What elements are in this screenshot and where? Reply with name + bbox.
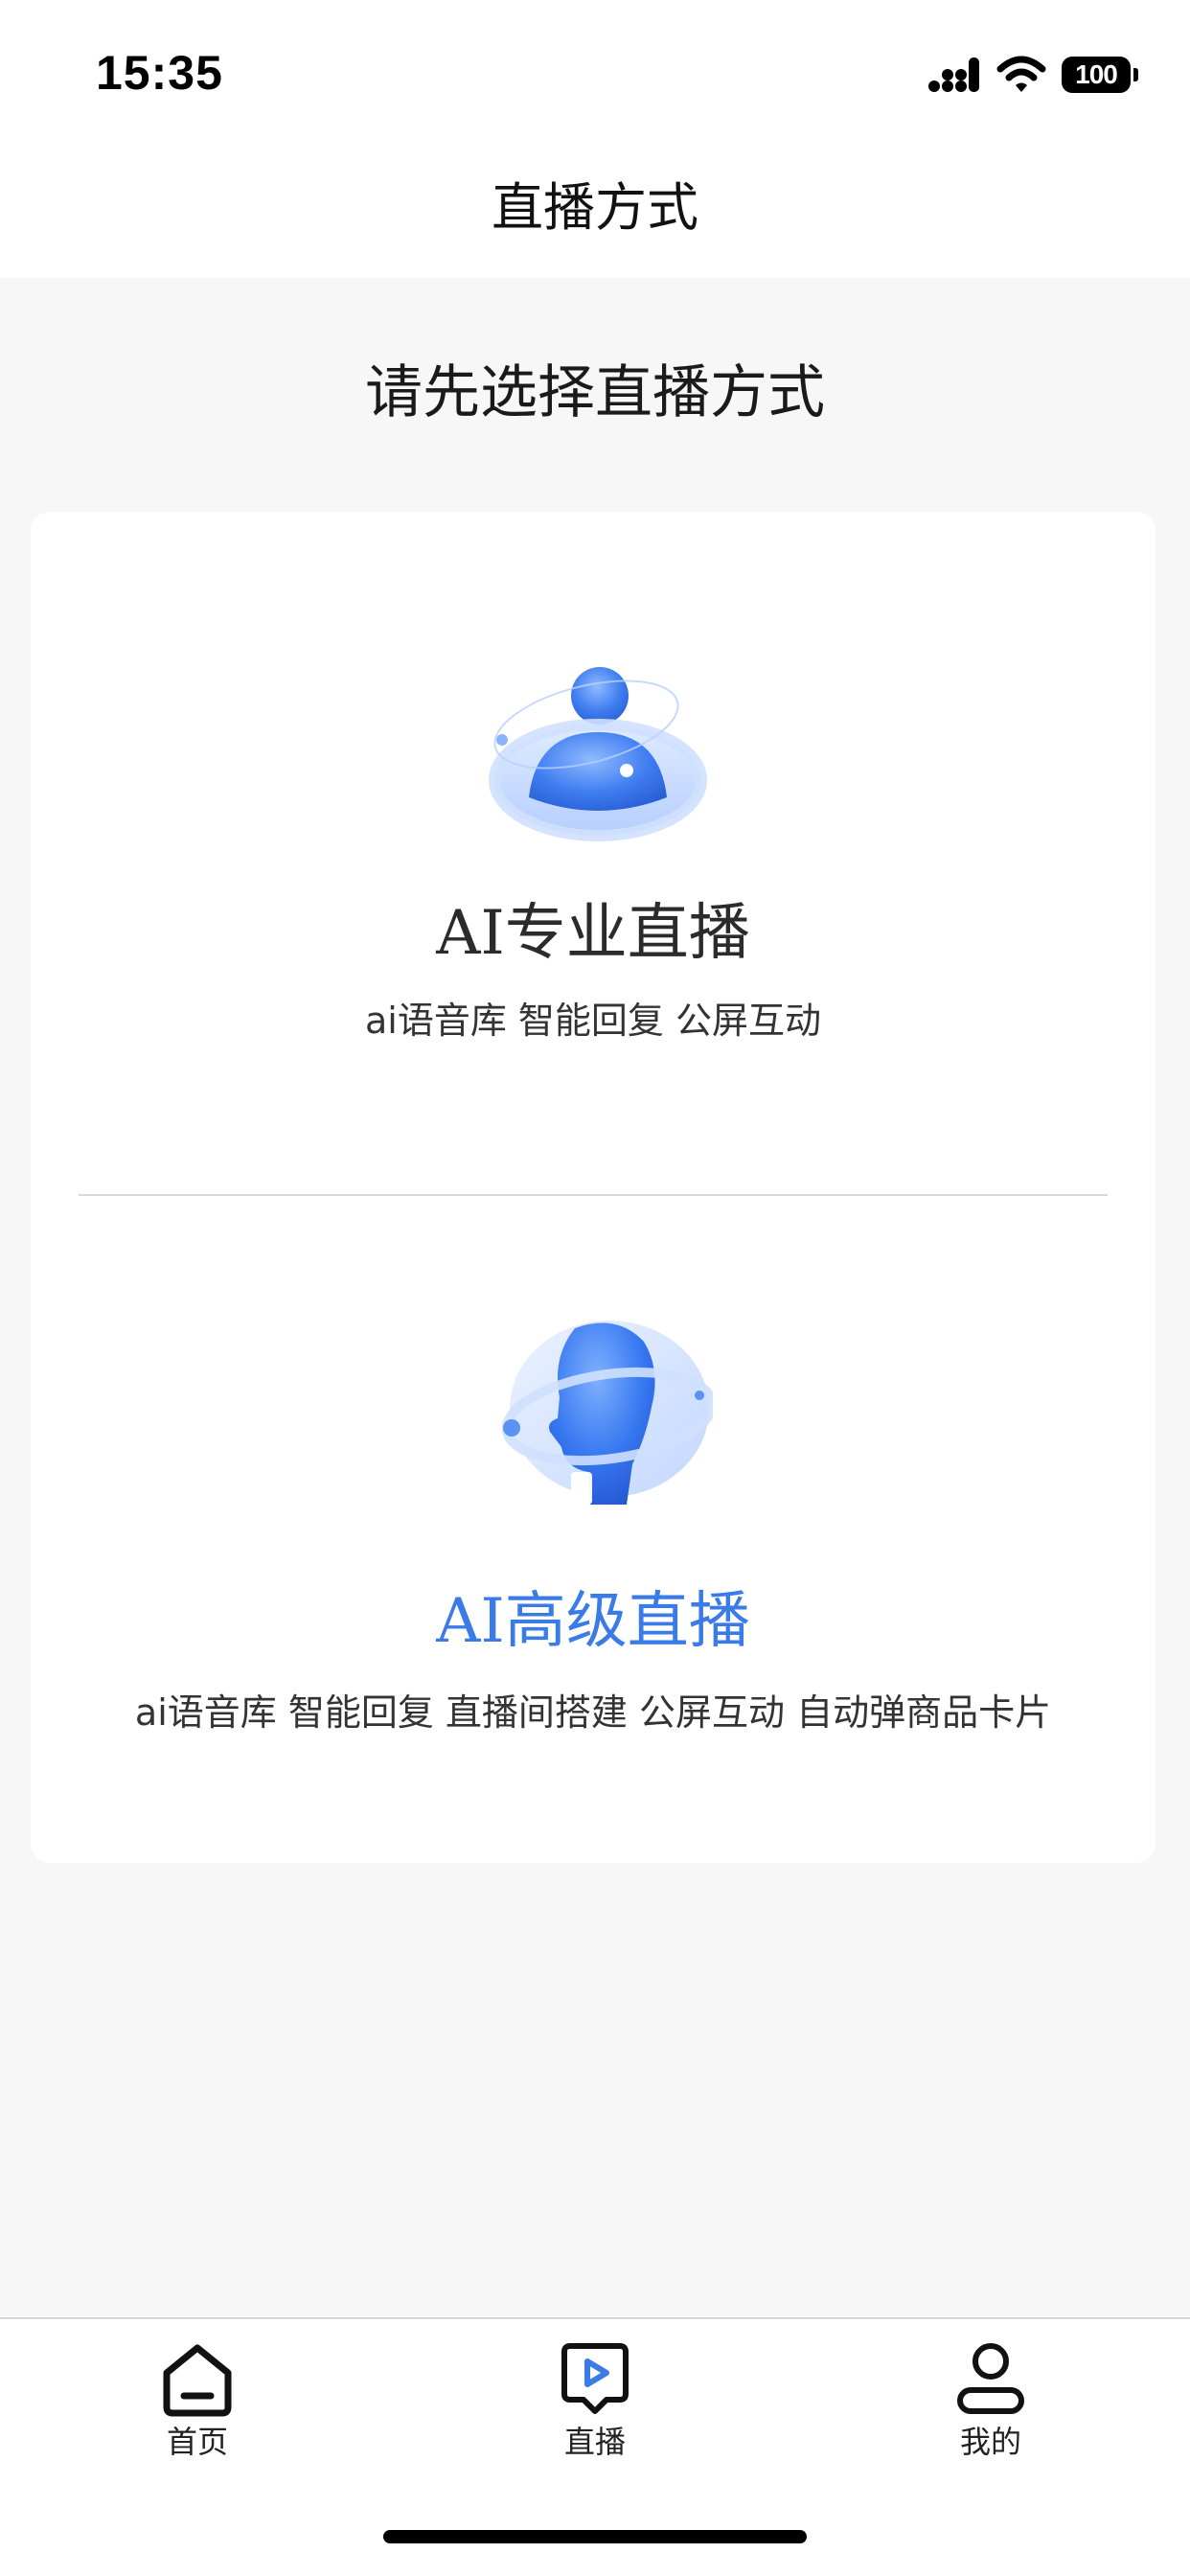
home-indicator[interactable] bbox=[383, 2530, 807, 2543]
option-description: ai语音库 智能回复 直播间搭建 公屏互动 自动弹商品卡片 bbox=[134, 1691, 1052, 1734]
mode-options-card: AI专业直播 ai语音库 智能回复 公屏互动 AI高级直播 ai语音库 智能回复… bbox=[31, 512, 1156, 1863]
page-title: 直播方式 bbox=[492, 177, 698, 238]
tab-label: 我的 bbox=[959, 2424, 1021, 2460]
option-description: ai语音库 智能回复 公屏互动 bbox=[364, 1000, 821, 1042]
option-ai-professional-live[interactable]: AI专业直播 ai语音库 智能回复 公屏互动 bbox=[31, 512, 1156, 1194]
tab-label: 直播 bbox=[563, 2424, 626, 2460]
option-ai-advanced-live[interactable]: AI高级直播 ai语音库 智能回复 直播间搭建 公屏互动 自动弹商品卡片 bbox=[31, 1194, 1156, 1863]
ai-head-orbit-icon bbox=[501, 1321, 713, 1505]
battery-icon: 100 bbox=[1062, 57, 1138, 93]
tab-home[interactable]: 首页 bbox=[82, 2338, 312, 2482]
status-time: 15:35 bbox=[96, 46, 223, 100]
battery-cap bbox=[1133, 68, 1138, 81]
section-prompt: 请先选择直播方式 bbox=[365, 359, 825, 426]
status-icons: 100 bbox=[927, 54, 1138, 96]
home-icon bbox=[163, 2344, 232, 2417]
battery-level: 100 bbox=[1075, 59, 1118, 89]
nav-bar: 直播方式 bbox=[0, 144, 1190, 278]
option-title: AI专业直播 bbox=[436, 898, 750, 969]
profile-icon bbox=[957, 2343, 1024, 2414]
ai-avatar-orbit-icon bbox=[489, 667, 707, 841]
live-icon bbox=[561, 2343, 629, 2414]
signal-icon bbox=[928, 58, 979, 92]
wifi-icon bbox=[996, 56, 1046, 92]
tab-label: 首页 bbox=[166, 2424, 228, 2460]
tab-live[interactable]: 直播 bbox=[480, 2338, 710, 2482]
status-bar: 15:35 100 bbox=[0, 0, 1190, 144]
option-title: AI高级直播 bbox=[436, 1586, 750, 1657]
tab-mine[interactable]: 我的 bbox=[876, 2338, 1106, 2482]
